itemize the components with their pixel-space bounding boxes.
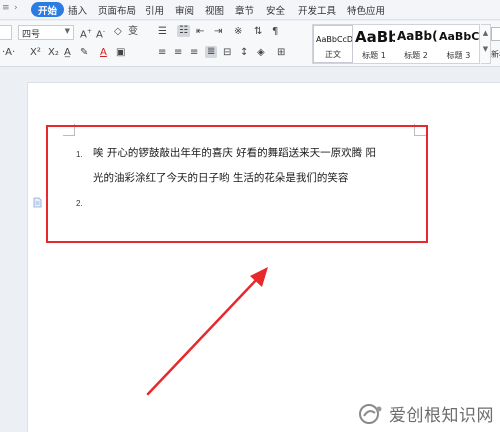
tab-chapter[interactable]: 章节 [235, 3, 254, 17]
tab-view[interactable]: 视图 [205, 3, 224, 17]
font-color-strike-icon[interactable]: ·A· [2, 47, 15, 59]
styles-more-button[interactable]: ▲ ▼ [481, 24, 491, 64]
decrease-indent-icon[interactable]: ⇤ [196, 26, 204, 38]
numbered-list-icon[interactable]: ☷ [177, 25, 190, 37]
style-normal[interactable]: AaBbCcDd 正文 [313, 25, 353, 63]
style-caption: 标题 2 [404, 51, 428, 60]
character-border-icon[interactable]: ▣ [116, 47, 125, 59]
line-spacing-icon[interactable]: ↕ [240, 47, 248, 59]
chevron-up-icon: ▲ [482, 29, 489, 37]
style-caption: 正文 [325, 50, 341, 59]
font-size-value: 四号 [22, 30, 41, 40]
new-style-button[interactable]: 新样 [491, 27, 500, 60]
borders-icon[interactable]: ⊞ [277, 47, 285, 59]
new-style-caption: 新样 [491, 50, 500, 59]
chevron-down-icon: ▼ [482, 45, 489, 53]
tab-page-layout[interactable]: 页面布局 [98, 3, 136, 17]
paragraph-marker-icon[interactable] [33, 197, 42, 208]
watermark-text: 爱创根知识网 [389, 406, 494, 426]
watermark-logo-icon [359, 403, 382, 424]
increase-indent-icon[interactable]: ⇥ [214, 26, 222, 38]
ribbon-toolbar: 四号 ▼ A+ A- ◇ 变 ·A· X² X₂ A̲ ✎ A ▣ ☰ ☷ ⇤ … [0, 21, 500, 67]
tab-special-apps[interactable]: 特色应用 [347, 3, 385, 17]
sort-icon[interactable]: ⇅ [254, 26, 262, 38]
font-color-icon[interactable]: A [100, 47, 107, 59]
new-style-icon [491, 27, 500, 41]
style-sample: AaBb( [397, 29, 437, 43]
show-marks-icon[interactable]: ¶ [272, 26, 278, 38]
chinese-layout-icon[interactable]: ※ [234, 26, 242, 38]
tab-insert[interactable]: 插入 [68, 3, 87, 17]
distributed-icon[interactable]: ⊟ [223, 47, 231, 59]
align-right-icon[interactable]: ≡ [190, 47, 198, 59]
style-sample: AaBb [355, 28, 395, 46]
grow-font-icon[interactable]: A+ [80, 26, 92, 41]
shading-icon[interactable]: ◈ [257, 47, 265, 59]
watermark: 爱创根知识网 [358, 401, 494, 426]
highlight-icon[interactable]: ✎ [80, 47, 88, 59]
style-caption: 标题 1 [362, 51, 386, 60]
style-sample: AaBbCcDd [316, 35, 353, 44]
clear-format-icon[interactable]: ◇ [114, 26, 122, 38]
style-sample: AaBbC [439, 30, 480, 43]
font-size-select[interactable]: 四号 ▼ [18, 25, 74, 40]
style-heading-1[interactable]: AaBb 标题 1 [353, 25, 395, 63]
tab-developer-tools[interactable]: 开发工具 [298, 3, 336, 17]
styles-gallery: AaBbCcDd 正文 AaBb 标题 1 AaBb( 标题 2 AaBbC 标… [312, 24, 480, 64]
align-center-icon[interactable]: ≡ [174, 47, 182, 59]
text-effect-icon[interactable]: A̲ [64, 47, 71, 59]
chevron-down-icon: ▼ [64, 27, 70, 35]
font-name-select[interactable] [0, 25, 12, 40]
shrink-font-icon[interactable]: A- [96, 26, 105, 41]
tab-security[interactable]: 安全 [266, 3, 285, 17]
bullet-list-icon[interactable]: ☰ [158, 26, 167, 38]
chevron-right-icon[interactable]: › [14, 3, 18, 13]
tab-references[interactable]: 引用 [145, 3, 164, 17]
subscript-icon[interactable]: X₂ [48, 47, 59, 59]
style-heading-3[interactable]: AaBbC 标题 3 [437, 25, 480, 63]
tab-start[interactable]: 开始 [31, 2, 65, 17]
menu-icon[interactable]: ≡ [2, 3, 10, 13]
pinyin-guide-icon[interactable]: 变 [128, 26, 138, 38]
document-workspace [0, 68, 500, 432]
align-left-icon[interactable]: ≡ [158, 47, 166, 59]
menu-bar: ≡ › 开始 插入 页面布局 引用 审阅 视图 章节 安全 开发工具 特色应用 [0, 0, 500, 20]
superscript-icon[interactable]: X² [30, 47, 41, 59]
tab-review[interactable]: 审阅 [175, 3, 194, 17]
style-caption: 标题 3 [446, 51, 471, 60]
style-heading-2[interactable]: AaBb( 标题 2 [395, 25, 437, 63]
annotation-highlight-box [46, 125, 428, 243]
justify-icon[interactable]: ≣ [205, 46, 218, 58]
